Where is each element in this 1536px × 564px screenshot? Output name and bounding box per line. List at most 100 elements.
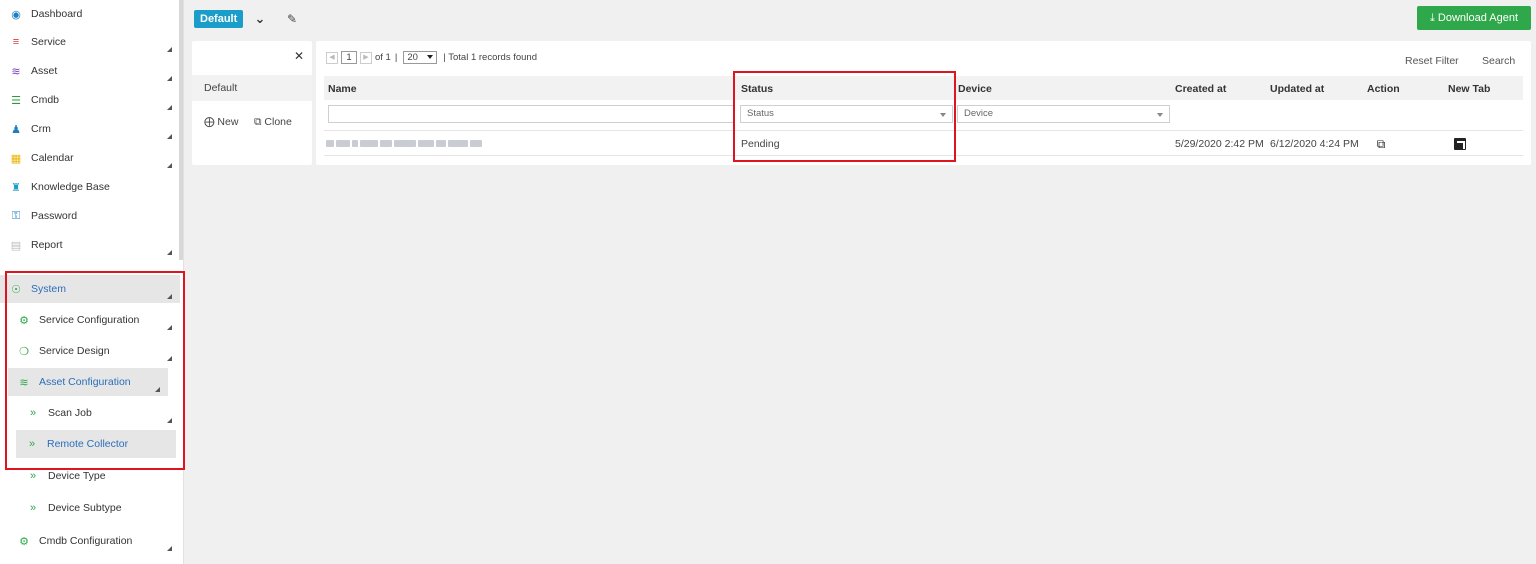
wifi-icon: ≋ xyxy=(11,65,21,78)
sidebar-item-dashboard[interactable]: ◉ Dashboard xyxy=(0,0,180,28)
double-chevron-icon: » xyxy=(29,470,37,482)
sidebar-item-asset[interactable]: ≋ Asset xyxy=(0,57,180,85)
sidebar-item-label: Cmdb xyxy=(31,94,60,106)
name-filter-input[interactable] xyxy=(328,105,734,123)
column-header-name[interactable]: Name xyxy=(328,76,357,100)
dashboard-icon: ◉ xyxy=(11,8,21,21)
knowledge-icon: ♜ xyxy=(11,181,21,194)
sidebar-item-label: Asset Configuration xyxy=(39,376,131,388)
key-icon: ⚿ xyxy=(11,209,21,222)
dropdown-arrow-icon xyxy=(940,113,946,117)
sidebar-item-cmdb[interactable]: ☰ Cmdb xyxy=(0,86,180,114)
table-row[interactable]: Pending 5/29/2020 2:42 PM 6/12/2020 4:24… xyxy=(324,130,1523,156)
created-at-cell: 5/29/2020 2:42 PM xyxy=(1175,138,1264,150)
sidebar-item-label: Password xyxy=(31,210,78,222)
calendar-icon: ▦ xyxy=(10,152,22,165)
sidebar-item-report[interactable]: ▤ Report xyxy=(0,231,180,259)
expand-indicator-icon xyxy=(167,250,172,255)
download-icon: ⤓ xyxy=(1429,12,1435,24)
device-filter-placeholder: Device xyxy=(964,108,994,119)
sidebar: ◉ Dashboard ≡ Service ≋ Asset ☰ Cmdb ♟ C… xyxy=(0,0,184,564)
sidebar-item-system[interactable]: ☉ System xyxy=(0,275,180,303)
table-header: Name Status Device Created at Updated at… xyxy=(324,76,1523,100)
prev-page-icon[interactable]: ◀ xyxy=(326,51,338,64)
column-header-status[interactable]: Status xyxy=(741,76,773,100)
expand-indicator-icon xyxy=(167,76,172,81)
sidebar-item-device-subtype[interactable]: » Device Subtype xyxy=(0,494,180,522)
sidebar-item-label: Device Subtype xyxy=(48,502,122,514)
database-icon: ☰ xyxy=(11,94,21,107)
reset-filter-link[interactable]: Reset Filter xyxy=(1405,55,1459,67)
sidebar-item-asset-configuration[interactable]: ≋ Asset Configuration xyxy=(8,368,168,396)
sidebar-item-label: Asset xyxy=(31,65,58,77)
expand-indicator-icon xyxy=(167,325,172,330)
blurred-name-cell xyxy=(326,140,482,147)
new-view-label: New xyxy=(217,116,239,128)
expand-indicator-icon xyxy=(167,418,172,423)
sidebar-item-service-configuration[interactable]: ⚙ Service Configuration xyxy=(0,306,180,334)
status-filter-placeholder: Status xyxy=(747,108,774,119)
next-page-icon[interactable]: ▶ xyxy=(360,51,372,64)
view-item-default[interactable]: Default xyxy=(192,75,312,101)
dropdown-arrow-icon xyxy=(1157,113,1163,117)
sidebar-item-knowledge-base[interactable]: ♜ Knowledge Base xyxy=(0,173,180,201)
expand-indicator-icon xyxy=(167,356,172,361)
sidebar-item-label: System xyxy=(31,283,67,295)
cog-icon: ⚙ xyxy=(19,535,29,548)
globe-icon: ☉ xyxy=(11,283,21,296)
design-icon: ❍ xyxy=(19,345,29,358)
page-size-select[interactable]: 20 xyxy=(403,51,438,64)
expand-indicator-icon xyxy=(155,387,160,392)
external-link-icon[interactable]: ⧉ xyxy=(1374,137,1388,151)
search-link[interactable]: Search xyxy=(1482,55,1515,67)
sidebar-item-password[interactable]: ⚿ Password xyxy=(0,202,180,230)
expand-indicator-icon xyxy=(167,134,172,139)
copy-icon: ⧉ xyxy=(254,116,262,128)
sidebar-item-label: Service Design xyxy=(39,345,110,357)
double-chevron-icon: » xyxy=(29,502,37,514)
page-number-input[interactable]: 1 xyxy=(341,51,357,64)
sidebar-item-cmdb-configuration[interactable]: ⚙ Cmdb Configuration xyxy=(0,527,180,555)
sidebar-item-service-design[interactable]: ❍ Service Design xyxy=(0,337,180,365)
user-icon: ♟ xyxy=(11,123,21,136)
double-chevron-icon: » xyxy=(29,407,37,419)
column-header-created-at[interactable]: Created at xyxy=(1175,76,1226,100)
status-filter-select[interactable]: Status xyxy=(740,105,953,123)
sidebar-item-label: Cmdb Configuration xyxy=(39,535,133,547)
clone-view-label: Clone xyxy=(264,116,292,128)
sidebar-item-label: Calendar xyxy=(31,152,74,164)
sidebar-item-service[interactable]: ≡ Service xyxy=(0,28,180,56)
sidebar-item-device-type[interactable]: » Device Type xyxy=(0,462,180,490)
download-agent-button[interactable]: ⤓ Download Agent xyxy=(1417,6,1531,30)
sidebar-item-crm[interactable]: ♟ Crm xyxy=(0,115,180,143)
sidebar-item-scan-job[interactable]: » Scan Job xyxy=(0,399,180,427)
clone-view-button[interactable]: ⧉ Clone xyxy=(254,116,292,129)
views-panel: ✕ Default ⨁ New ⧉ Clone xyxy=(192,41,312,165)
column-header-device[interactable]: Device xyxy=(958,76,992,100)
close-icon[interactable]: ✕ xyxy=(294,49,304,63)
sidebar-item-label: Dashboard xyxy=(31,8,83,20)
sidebar-item-calendar[interactable]: ▦ Calendar xyxy=(0,144,180,172)
expand-indicator-icon xyxy=(167,546,172,551)
plus-circle-icon: ⨁ xyxy=(204,116,215,128)
column-header-new-tab: New Tab xyxy=(1448,83,1491,95)
chevron-down-icon[interactable]: ⌄ xyxy=(252,10,268,28)
column-header-action: Action xyxy=(1367,83,1400,95)
new-tab-icon[interactable] xyxy=(1454,138,1466,150)
updated-at-cell: 6/12/2020 4:24 PM xyxy=(1270,138,1359,150)
sidebar-item-label: Service xyxy=(31,36,67,48)
total-records-text: | Total 1 records found xyxy=(443,52,537,63)
cogs-icon: ⚙ xyxy=(19,314,29,327)
column-header-updated-at[interactable]: Updated at xyxy=(1270,76,1324,100)
expand-indicator-icon xyxy=(167,105,172,110)
report-icon: ▤ xyxy=(10,239,22,252)
new-view-button[interactable]: ⨁ New xyxy=(204,116,238,128)
device-filter-select[interactable]: Device xyxy=(957,105,1170,123)
edit-icon[interactable]: ✎ xyxy=(284,10,300,28)
sidebar-item-label: Knowledge Base xyxy=(31,181,110,193)
status-cell: Pending xyxy=(741,138,780,150)
view-selector-button[interactable]: Default xyxy=(194,10,244,28)
wifi-icon: ≋ xyxy=(19,376,29,389)
sidebar-item-remote-collector[interactable]: » Remote Collector xyxy=(16,430,176,458)
main-panel: ◀ 1 ▶ of 1 | 20 | Total 1 records found … xyxy=(316,41,1531,165)
